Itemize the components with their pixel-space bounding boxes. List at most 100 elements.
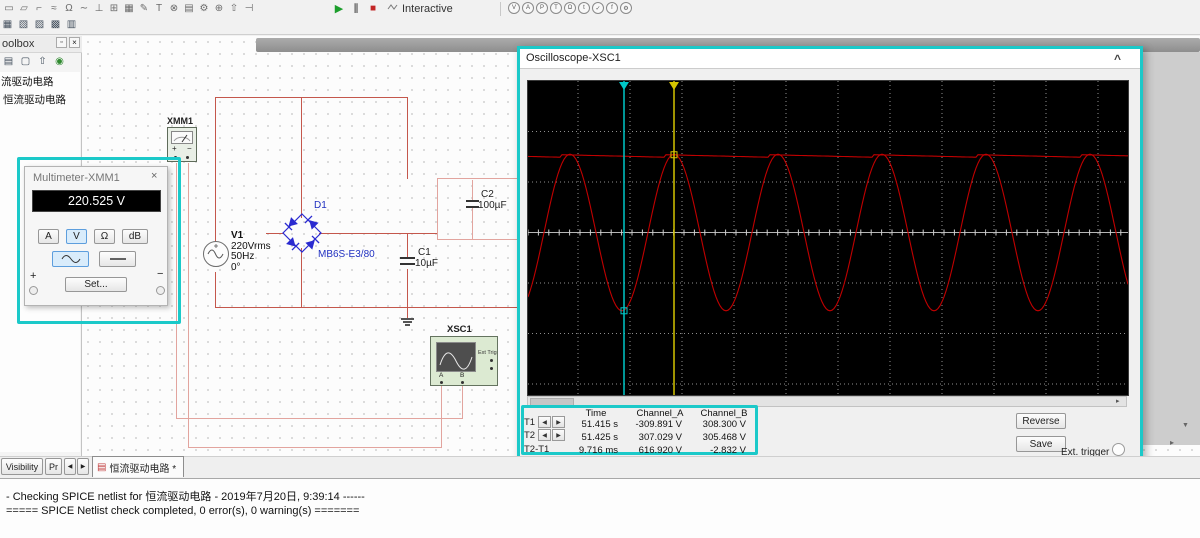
wire-segment — [472, 208, 473, 239]
zoom-selection-icon[interactable]: ▩ — [49, 18, 62, 31]
place-bus-icon[interactable]: ≈ — [47, 1, 61, 16]
wire-segment — [472, 180, 473, 201]
zoom-sheet-icon[interactable]: ▨ — [33, 18, 46, 31]
probe-settings-icon[interactable]: ⚙ — [620, 2, 632, 14]
c2-label: C2 — [481, 189, 494, 200]
multimeter-plus-terminal-label: + — [30, 270, 37, 282]
select-tool-icon[interactable]: ▭ — [2, 1, 16, 16]
probe-gain-icon[interactable]: t — [578, 2, 590, 14]
zoom-fit-icon[interactable]: ▥ — [65, 18, 78, 31]
spreadsheet-view-icon[interactable]: ▦ — [122, 1, 136, 16]
multimeter-set-button[interactable]: Set... — [65, 277, 127, 292]
probe-current-icon[interactable]: A — [522, 2, 534, 14]
multimeter-ac-mode-button[interactable] — [52, 251, 89, 267]
readout-value-t1-time: 51.415 s — [581, 419, 618, 430]
probe-impedance-icon[interactable]: Ω — [564, 2, 576, 14]
vertical-scrollbar-arrow[interactable]: ▼ — [1182, 422, 1189, 429]
interactive-simulation-select[interactable]: Interactive — [402, 3, 453, 15]
multimeter-mode-ω-button[interactable]: Ω — [94, 229, 115, 244]
cursor-t2-label: T2 — [524, 430, 536, 441]
cursor-t2-left-button[interactable]: ◀ — [538, 429, 551, 441]
new-document-icon[interactable]: ▤ — [2, 55, 15, 68]
spice-log-panel: - Checking SPICE netlist for 恒流驱动电路 - 20… — [0, 478, 1200, 538]
xmm1-label: XMM1 — [167, 116, 194, 126]
toolbox-dock-button[interactable]: ▫ — [56, 37, 67, 48]
wire-segment — [301, 97, 302, 218]
wire-segment — [407, 269, 408, 308]
tree-item[interactable]: 恒流驱动电路 — [0, 90, 80, 108]
wire-segment — [215, 97, 216, 242]
refresh-tree-icon[interactable]: ◉ — [53, 55, 66, 68]
simulate-pause-button[interactable]: ∥ — [349, 1, 363, 16]
oscilloscope-titlebar[interactable]: Oscilloscope-XSC1 ^ — [520, 49, 1140, 69]
place-source-icon[interactable]: ∼ — [77, 1, 91, 16]
wire-segment — [176, 418, 463, 419]
ext-trigger-terminal[interactable] — [1112, 443, 1125, 456]
scope-scroll-right-arrow[interactable]: ▸ — [1116, 397, 1120, 405]
readout-value-t1-chb: 308.300 V — [702, 419, 746, 430]
xsc1-ext-trig-label: Ext Trig — [478, 350, 497, 356]
wire-segment — [407, 97, 408, 179]
probe-reference-icon[interactable]: ✓ — [592, 2, 604, 14]
toolbar-divider — [0, 34, 1200, 35]
multimeter-mode-db-button[interactable]: dB — [122, 229, 148, 244]
save-button[interactable]: Save — [1016, 436, 1066, 452]
wire-segment — [215, 97, 303, 98]
place-ground-icon[interactable]: ⊥ — [92, 1, 106, 16]
multimeter-reading: 220.525 V — [68, 194, 125, 208]
readout-value-t1-cha: -309.891 V — [635, 419, 682, 430]
probe-power-icon[interactable]: P — [536, 2, 548, 14]
wizard-tool-icon[interactable]: ⇧ — [227, 1, 241, 16]
c1-value: 10µF — [415, 258, 438, 269]
annotation-tool-icon[interactable]: ✎ — [137, 1, 151, 16]
v1-ac-source-symbol[interactable] — [203, 241, 229, 267]
multimeter-dc-mode-button[interactable] — [99, 251, 136, 267]
horizontal-scrollbar-arrow[interactable]: ▸ — [1170, 438, 1174, 447]
reverse-button[interactable]: Reverse — [1016, 413, 1066, 429]
place-resistor-icon[interactable]: Ω — [62, 1, 76, 16]
scope-cursor-1[interactable] — [619, 81, 629, 395]
grid-toggle-icon[interactable]: ⊞ — [107, 1, 121, 16]
readout-value-t2-time: 51.425 s — [581, 432, 618, 443]
oscilloscope-instrument-icon[interactable]: Ext Trig A B — [430, 336, 498, 386]
tab-visibility[interactable]: Visibility — [1, 458, 43, 475]
tree-item[interactable]: 流驱动电路 — [0, 72, 80, 90]
scope-screen-svg — [527, 81, 1129, 395]
toolbox-close-button[interactable]: × — [69, 37, 80, 48]
step-tool-icon[interactable]: ⊣ — [242, 1, 256, 16]
scope-screen[interactable] — [527, 80, 1129, 396]
tab-scroll-left-button[interactable]: ◀ — [64, 458, 76, 475]
settings-tool-icon[interactable]: ⚙ — [197, 1, 211, 16]
open-document-icon[interactable]: ▢ — [19, 55, 32, 68]
list-view-icon[interactable]: ▤ — [182, 1, 196, 16]
probe-frequency-icon[interactable]: f — [606, 2, 618, 14]
place-wire-icon[interactable]: ⌐ — [32, 1, 46, 16]
cursor-t1-left-button[interactable]: ◀ — [538, 416, 551, 428]
c1-capacitor-symbol[interactable] — [400, 257, 415, 266]
multimeter-plus-terminal[interactable] — [29, 286, 38, 295]
simulate-run-button[interactable]: ▶ — [332, 1, 346, 16]
oscilloscope-collapse-button[interactable]: ^ — [1114, 52, 1121, 66]
text-tool-icon[interactable]: T — [152, 1, 166, 16]
breadboard-view-icon[interactable]: ⊗ — [167, 1, 181, 16]
log-line-2: ===== SPICE Netlist check completed, 0 e… — [6, 505, 360, 517]
zoom-area-icon[interactable]: ▧ — [17, 18, 30, 31]
place-component-icon[interactable]: ▱ — [17, 1, 31, 16]
probe-differential-icon[interactable]: T — [550, 2, 562, 14]
scope-cursor-2[interactable] — [669, 81, 679, 395]
zoom-full-icon[interactable]: ▦ — [1, 18, 14, 31]
tab-scroll-right-button[interactable]: ▶ — [77, 458, 89, 475]
zoom-tool-icon[interactable]: ⊕ — [212, 1, 226, 16]
multimeter-mode-a-button[interactable]: A — [38, 229, 59, 244]
simulate-stop-button[interactable]: ■ — [366, 1, 380, 16]
multimeter-mode-v-button[interactable]: V — [66, 229, 87, 244]
multimeter-minus-terminal[interactable] — [156, 286, 165, 295]
wire-segment — [215, 307, 519, 308]
d1-label: D1 — [314, 200, 327, 211]
document-tab[interactable]: ▤ 恒流驱动电路 * — [92, 456, 184, 477]
document-tab-label: 恒流驱动电路 * — [109, 463, 177, 475]
multimeter-close-button[interactable]: × — [151, 170, 157, 182]
tab-project[interactable]: Pr — [45, 458, 62, 475]
move-up-icon[interactable]: ⇧ — [36, 55, 49, 68]
probe-voltage-icon[interactable]: V — [508, 2, 520, 14]
